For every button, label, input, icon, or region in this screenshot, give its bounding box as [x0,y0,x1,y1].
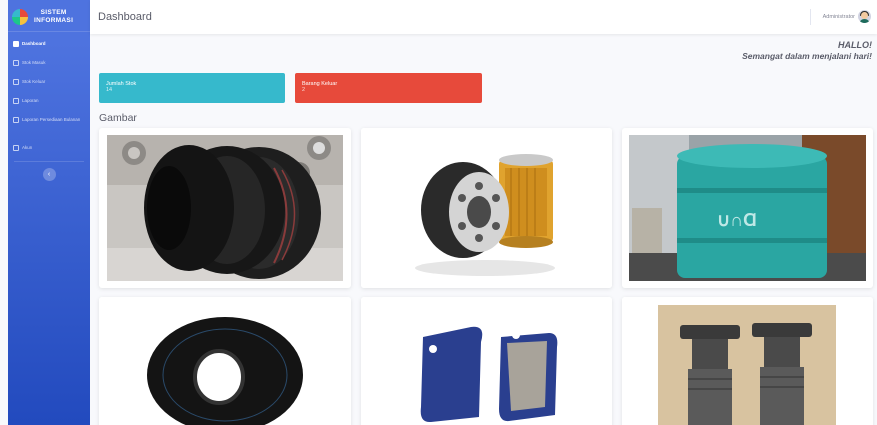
user-name[interactable]: Administrator [823,14,855,20]
user-icon [13,145,19,151]
bolts-image [622,297,873,425]
sidebar-item-laporan-bulanan[interactable]: Laporan Persediaan Bulanan [8,112,90,140]
sidebar-item-label: Laporan [22,98,39,103]
sidebar: SISTEM INFORMASI Dashboard Stok Masuk St… [8,0,90,425]
list-icon [13,60,19,66]
svg-text:∪∩Ɑ: ∪∩Ɑ [717,210,757,230]
gallery-card-oil-drum: ∪∩Ɑ [622,128,873,288]
oil-filters-image [361,128,612,288]
sidebar-divider [14,161,84,162]
sidebar-item-label: Akun [22,145,33,150]
stat-card-jumlah-stok: Jumlah Stok 14 [99,73,285,103]
list-icon [13,79,19,85]
report-icon [13,117,19,123]
tires-image [107,135,343,281]
gallery-title: Gambar [99,112,137,124]
avatar[interactable] [858,10,871,23]
sidebar-item-stok-keluar[interactable]: Stok Keluar [8,74,90,93]
page-title: Dashboard [98,11,152,23]
sidebar-item-akun[interactable]: Akun [8,140,90,159]
gallery-card-brake-pads [361,297,612,425]
gallery-card-oil-filters [361,128,612,288]
topbar: Dashboard Administrator [90,0,877,34]
sidebar-nav: Dashboard Stok Masuk Stok Keluar Laporan… [8,32,90,159]
inner-tube-image [99,297,351,425]
greeting-subtitle: Semangat dalam menjalani hari! [742,51,872,61]
chevron-left-icon: ‹ [47,171,51,178]
stat-value: 14 [106,87,113,93]
report-icon [13,98,19,104]
brand-line1: SISTEM [40,8,67,16]
sidebar-item-label: Dashboard [22,41,46,46]
gallery-card-inner-tube [99,297,351,425]
sidebar-item-laporan[interactable]: Laporan [8,93,90,112]
app: SISTEM INFORMASI Dashboard Stok Masuk St… [0,0,877,425]
sidebar-toggle-button[interactable]: ‹ [42,168,56,181]
sidebar-item-label: Laporan Persediaan Bulanan [22,117,81,122]
brake-pads-image [361,297,612,425]
greeting-title: HALLO! [838,40,872,50]
brand-text: SISTEM INFORMASI [34,9,73,25]
topbar-divider [810,9,811,25]
greeting: HALLO! Semangat dalam menjalani hari! [742,40,872,61]
brand-line2: INFORMASI [34,16,74,24]
sidebar-item-label: Stok Masuk [22,60,46,65]
sidebar-item-label: Stok Keluar [22,79,46,84]
stat-value: 2 [302,87,306,93]
sidebar-item-stok-masuk[interactable]: Stok Masuk [8,55,90,74]
logo-icon [12,8,28,25]
stat-card-barang-keluar: Barang Keluar 2 [295,73,482,103]
oil-drum-image: ∪∩Ɑ [629,135,866,281]
sidebar-item-dashboard[interactable]: Dashboard [8,36,90,55]
gallery-card-tires [99,128,351,288]
dashboard-icon [13,41,19,47]
brand[interactable]: SISTEM INFORMASI [8,0,90,32]
gallery-card-bolts [622,297,873,425]
